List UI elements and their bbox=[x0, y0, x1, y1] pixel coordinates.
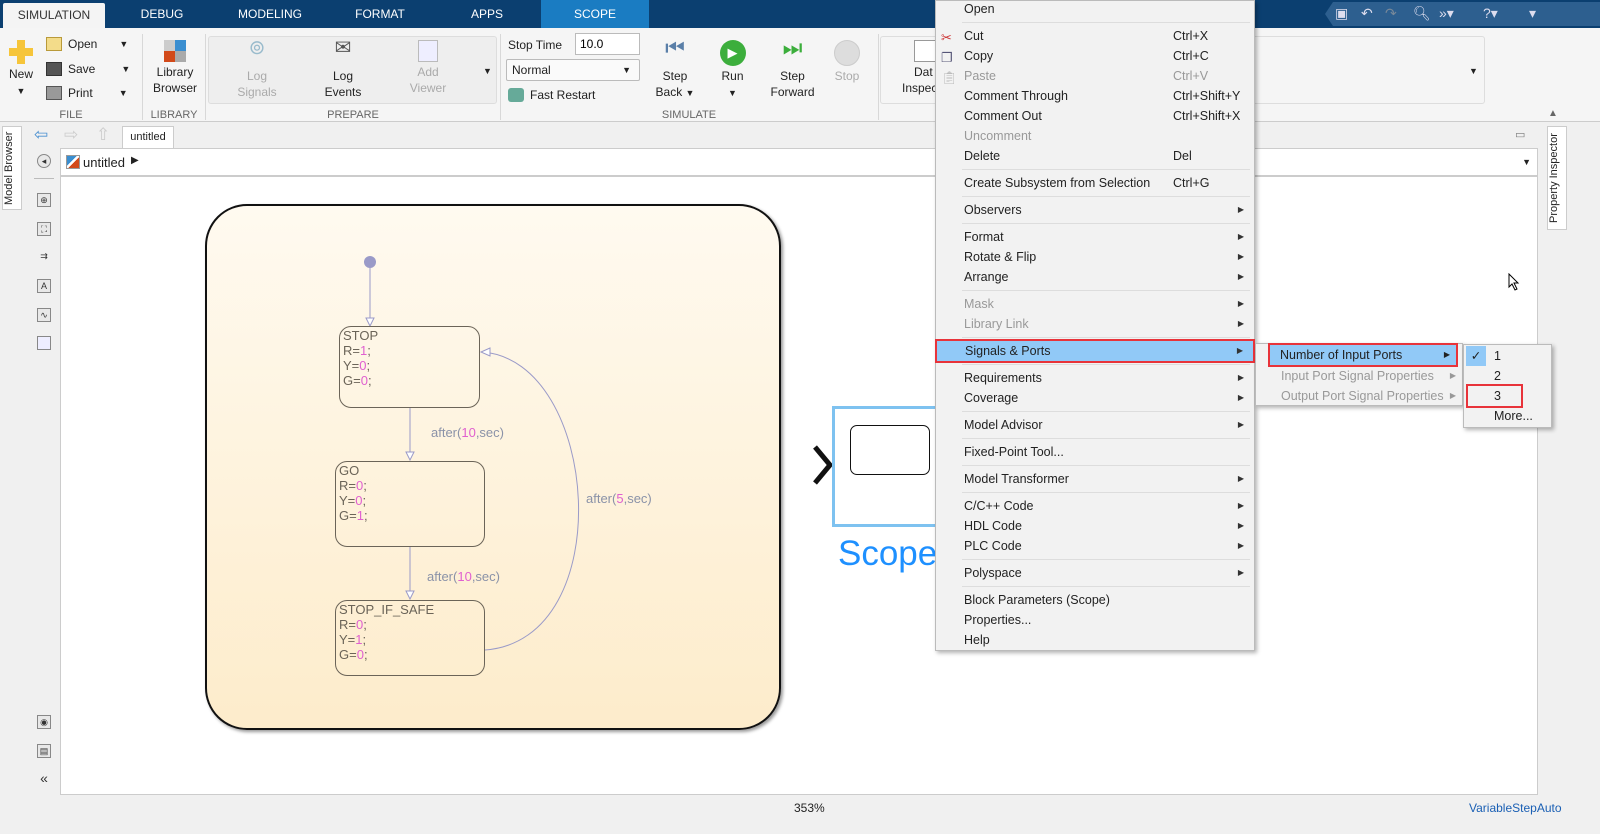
state-stop-if-safe[interactable]: STOP_IF_SAFE R=0; Y=1; G=0; bbox=[335, 600, 485, 676]
submenu-arrow-icon: ▶ bbox=[1237, 420, 1244, 429]
menu-separator bbox=[936, 193, 1254, 200]
submenu-arrow-icon: ▶ bbox=[1236, 346, 1243, 355]
menu-item-coverage[interactable]: Coverage ▶ bbox=[936, 388, 1254, 408]
port-option-1[interactable]: ✓ 1 bbox=[1464, 346, 1551, 366]
transition-label[interactable]: after(5,sec) bbox=[586, 491, 652, 506]
submenu-arrow-icon: ▶ bbox=[1237, 205, 1244, 214]
submenu-arrow-icon: ▶ bbox=[1237, 501, 1244, 510]
transition-label[interactable]: after(10,sec) bbox=[427, 569, 500, 584]
menu-separator bbox=[936, 489, 1254, 496]
menu-item-hdl-code[interactable]: HDL Code ▶ bbox=[936, 516, 1254, 536]
signals-ports-submenu: Number of Input Ports ▶ Input Port Signal … bbox=[1255, 343, 1463, 406]
submenu-arrow-icon: ▶ bbox=[1237, 373, 1244, 382]
submenu-arrow-icon: ▶ bbox=[1237, 299, 1244, 308]
menu-item-help[interactable]: Help bbox=[936, 630, 1254, 650]
menu-item-copy[interactable]: ❐ Copy Ctrl+C bbox=[936, 46, 1254, 66]
menu-separator bbox=[936, 220, 1254, 227]
menu-item-delete[interactable]: Delete Del bbox=[936, 146, 1254, 166]
menu-separator bbox=[936, 408, 1254, 415]
menu-separator bbox=[936, 556, 1254, 563]
submenu-arrow-icon: ▶ bbox=[1449, 371, 1456, 380]
state-stop[interactable]: STOP R=1; Y=0; G=0; bbox=[339, 326, 480, 408]
menu-separator bbox=[936, 361, 1254, 368]
submenu-arrow-icon: ▶ bbox=[1237, 252, 1244, 261]
mouse-cursor-icon bbox=[1508, 273, 1520, 291]
menu-item-plc-code[interactable]: PLC Code ▶ bbox=[936, 536, 1254, 556]
menu-item-model-transformer[interactable]: Model Transformer ▶ bbox=[936, 469, 1254, 489]
menu-separator bbox=[936, 287, 1254, 294]
paste-icon: 📋︎ bbox=[941, 70, 958, 85]
submenu-arrow-icon: ▶ bbox=[1237, 319, 1244, 328]
port-option-more[interactable]: More... bbox=[1464, 406, 1551, 426]
menu-item-observers[interactable]: Observers ▶ bbox=[936, 200, 1254, 220]
zoom-level: 353% bbox=[794, 801, 825, 815]
submenu-arrow-icon: ▶ bbox=[1237, 474, 1244, 483]
submenu-arrow-icon: ▶ bbox=[1237, 541, 1244, 550]
transition-label[interactable]: after(10,sec) bbox=[431, 425, 504, 440]
submenu-arrow-icon: ▶ bbox=[1443, 350, 1450, 359]
menu-item-cut[interactable]: ✂ Cut Ctrl+X bbox=[936, 26, 1254, 46]
menu-item-polyspace[interactable]: Polyspace ▶ bbox=[936, 563, 1254, 583]
submenu-arrow-icon: ▶ bbox=[1237, 272, 1244, 281]
transition-stopifsafe-stop[interactable] bbox=[481, 351, 579, 651]
menu-item-block-parameters-scope[interactable]: Block Parameters (Scope) bbox=[936, 590, 1254, 610]
copy-icon: ❐ bbox=[941, 50, 953, 65]
menu-separator bbox=[936, 166, 1254, 173]
menu-separator bbox=[936, 583, 1254, 590]
menu-item-format[interactable]: Format ▶ bbox=[936, 227, 1254, 247]
submenu-arrow-icon: ▶ bbox=[1237, 521, 1244, 530]
context-menu: Open ✂ Cut Ctrl+X ❐ Copy Ctrl+C 📋︎ Paste Ctrl+V Co… bbox=[935, 0, 1255, 651]
menu-item-fixed-point-tool[interactable]: Fixed-Point Tool... bbox=[936, 442, 1254, 462]
scope-block-label[interactable]: Scope bbox=[838, 534, 937, 574]
submenu-arrow-icon: ▶ bbox=[1449, 391, 1456, 400]
submenu-arrow-icon: ▶ bbox=[1237, 393, 1244, 402]
menu-item-create-subsystem-from-selection[interactable]: Create Subsystem from Selection Ctrl+G bbox=[936, 173, 1254, 193]
menu-item-arrange[interactable]: Arrange ▶ bbox=[936, 267, 1254, 287]
submenu-item-input-port-signal-properties[interactable]: Input Port Signal Properties ▶ bbox=[1256, 366, 1462, 386]
scope-screen-icon bbox=[850, 425, 930, 475]
submenu-arrow-icon: ▶ bbox=[1237, 232, 1244, 241]
menu-item-comment-through[interactable]: Comment Through Ctrl+Shift+Y bbox=[936, 86, 1254, 106]
menu-separator bbox=[936, 435, 1254, 442]
menu-item-paste[interactable]: 📋︎ Paste Ctrl+V bbox=[936, 66, 1254, 86]
status-bar: 353% VariableStepAuto bbox=[0, 795, 1600, 834]
menu-separator bbox=[936, 19, 1254, 26]
scope-input-port[interactable] bbox=[813, 445, 834, 485]
menu-item-model-advisor[interactable]: Model Advisor ▶ bbox=[936, 415, 1254, 435]
menu-separator bbox=[936, 462, 1254, 469]
number-of-input-ports-submenu: ✓ 1 2 3 More... bbox=[1463, 344, 1552, 428]
menu-item-library-link[interactable]: Library Link ▶ bbox=[936, 314, 1254, 334]
menu-item-signals-ports[interactable]: Signals & Ports ▶ bbox=[935, 339, 1255, 363]
submenu-item-number-of-input-ports[interactable]: Number of Input Ports ▶ bbox=[1268, 343, 1458, 367]
menu-separator bbox=[936, 334, 1254, 341]
menu-item-c-c-code[interactable]: C/C++ Code ▶ bbox=[936, 496, 1254, 516]
submenu-arrow-icon: ▶ bbox=[1237, 568, 1244, 577]
state-go[interactable]: GO R=0; Y=0; G=1; bbox=[335, 461, 485, 547]
scissors-icon: ✂ bbox=[941, 30, 952, 45]
transition-lines bbox=[364, 256, 834, 651]
menu-item-comment-out[interactable]: Comment Out Ctrl+Shift+X bbox=[936, 106, 1254, 126]
menu-item-rotate-flip[interactable]: Rotate & Flip ▶ bbox=[936, 247, 1254, 267]
port-option-2[interactable]: 2 bbox=[1464, 366, 1551, 386]
submenu-item-output-port-signal-properties[interactable]: Output Port Signal Properties ▶ bbox=[1256, 386, 1462, 406]
default-transition-dot bbox=[364, 256, 376, 268]
menu-item-properties[interactable]: Properties... bbox=[936, 610, 1254, 630]
menu-item-uncomment[interactable]: Uncomment bbox=[936, 126, 1254, 146]
port-option-3[interactable]: 3 bbox=[1466, 384, 1523, 408]
menu-item-mask[interactable]: Mask ▶ bbox=[936, 294, 1254, 314]
checkmark-icon: ✓ bbox=[1466, 346, 1486, 366]
menu-item-requirements[interactable]: Requirements ▶ bbox=[936, 368, 1254, 388]
menu-item-open[interactable]: Open bbox=[936, 0, 1254, 19]
solver-link[interactable]: VariableStepAuto bbox=[1469, 801, 1562, 815]
scope-block[interactable] bbox=[832, 406, 942, 527]
